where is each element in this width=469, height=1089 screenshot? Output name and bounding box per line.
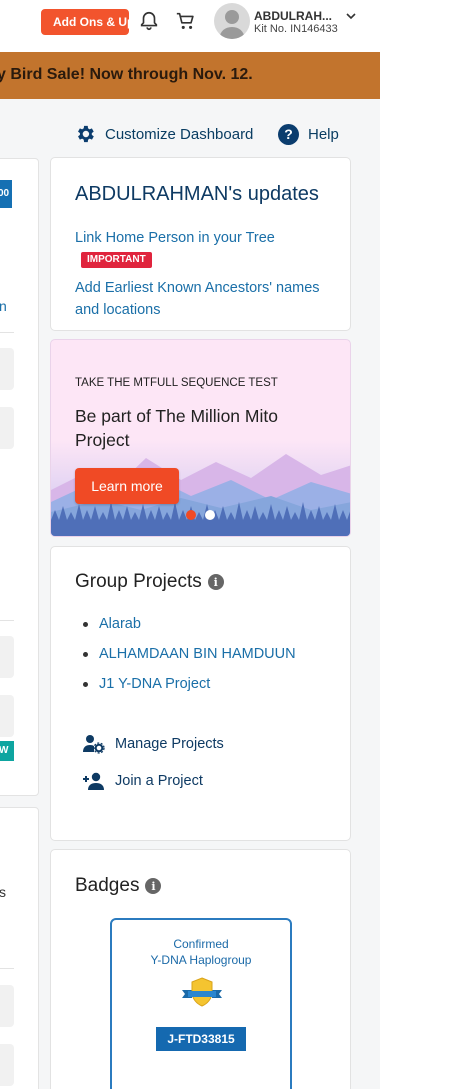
left-row[interactable]	[0, 348, 14, 390]
kit-number: Kit No. IN146433	[254, 23, 338, 35]
project-link[interactable]: J1 Y-DNA Project	[99, 674, 210, 694]
left-text-fragment: s	[0, 884, 6, 900]
divider	[0, 620, 14, 621]
add-ons-upgrades-button[interactable]: Add Ons & Upgrades	[41, 9, 129, 35]
left-count-badge: 00	[0, 180, 12, 208]
bell-icon[interactable]	[138, 10, 160, 32]
left-row[interactable]	[0, 1044, 14, 1086]
project-link[interactable]: ALHAMDAAN BIN HAMDUUN	[99, 644, 296, 664]
badges-card: Badges i Confirmed Y-DNA Haplogroup J-FT…	[50, 849, 351, 1089]
join-project-label: Join a Project	[115, 773, 203, 789]
learn-more-button[interactable]: Learn more	[75, 468, 179, 504]
group-projects-title: Group Projects	[75, 571, 202, 592]
badge-line-1: Confirmed	[173, 937, 229, 951]
important-badge: IMPORTANT	[81, 252, 152, 268]
help-label: Help	[308, 125, 339, 143]
divider	[0, 968, 14, 969]
gear-icon	[78, 125, 94, 143]
badges-title: Badges	[75, 875, 140, 896]
page-margin	[380, 0, 469, 1089]
manage-projects-label: Manage Projects	[115, 736, 224, 752]
updates-card: ABDULRAHMAN's updates Link Home Person i…	[50, 157, 351, 331]
list-item: ALHAMDAAN BIN HAMDUUN	[83, 644, 296, 674]
sale-banner-text: y Bird Sale! Now through Nov. 12.	[0, 66, 253, 83]
left-row[interactable]	[0, 407, 14, 449]
updates-title: ABDULRAHMAN's updates	[75, 183, 319, 205]
badges-heading: Badges i	[75, 875, 162, 897]
haplogroup-label: J-FTD33815	[156, 1027, 246, 1051]
divider	[0, 332, 14, 333]
help-icon: ?	[278, 123, 299, 145]
left-row[interactable]	[0, 636, 14, 678]
manage-projects-link[interactable]: Manage Projects	[83, 733, 224, 755]
user-name[interactable]: ABDULRAH...	[254, 9, 332, 23]
shield-ribbon-icon	[182, 977, 222, 1007]
update-item-link-home-person[interactable]: Link Home Person in your Tree IMPORTANT	[75, 227, 305, 271]
list-item: J1 Y-DNA Project	[83, 674, 296, 704]
carousel-dot-active[interactable]	[186, 510, 196, 520]
group-projects-list: Alarab ALHAMDAAN BIN HAMDUUN J1 Y-DNA Pr…	[83, 614, 296, 704]
haplogroup-badge[interactable]: Confirmed Y-DNA Haplogroup J-FTD33815	[110, 918, 292, 1089]
promo-eyebrow: TAKE THE MTFULL SEQUENCE TEST	[75, 377, 278, 389]
info-icon[interactable]: i	[145, 878, 162, 894]
customize-dashboard-link[interactable]: Customize Dashboard	[74, 123, 253, 145]
left-row[interactable]	[0, 695, 14, 737]
left-row[interactable]	[0, 985, 14, 1027]
chevron-down-icon[interactable]	[345, 10, 357, 22]
sale-banner[interactable]: y Bird Sale! Now through Nov. 12.	[0, 52, 380, 99]
cart-icon[interactable]	[175, 10, 197, 32]
promo-headline: Be part of The Million Mito Project	[75, 406, 278, 450]
left-new-badge: W	[0, 741, 14, 761]
project-link[interactable]: Alarab	[99, 614, 141, 634]
help-link[interactable]: ? Help	[278, 123, 339, 145]
info-icon[interactable]: i	[207, 574, 224, 590]
top-navigation: Add Ons & Upgrades ABDULRAH... Kit No. I…	[0, 0, 380, 52]
promo-card: TAKE THE MTFULL SEQUENCE TEST Be part of…	[50, 339, 351, 537]
add-user-icon	[83, 772, 104, 790]
update-item-earliest-ancestors[interactable]: Add Earliest Known Ancestors' names and …	[75, 277, 325, 321]
carousel-dot[interactable]	[205, 510, 215, 520]
join-project-link[interactable]: Join a Project	[83, 770, 203, 792]
avatar[interactable]	[214, 3, 250, 39]
group-projects-heading: Group Projects i	[75, 571, 224, 593]
user-gear-icon	[83, 735, 105, 754]
badge-line-2: Y-DNA Haplogroup	[150, 953, 252, 967]
customize-dashboard-label: Customize Dashboard	[105, 125, 254, 143]
user-silhouette-icon	[219, 10, 245, 39]
list-item: Alarab	[83, 614, 296, 644]
left-link-fragment[interactable]: n	[0, 298, 7, 314]
group-projects-card: Group Projects i Alarab ALHAMDAAN BIN HA…	[50, 546, 351, 841]
update-link[interactable]: Link Home Person in your Tree	[75, 230, 275, 246]
